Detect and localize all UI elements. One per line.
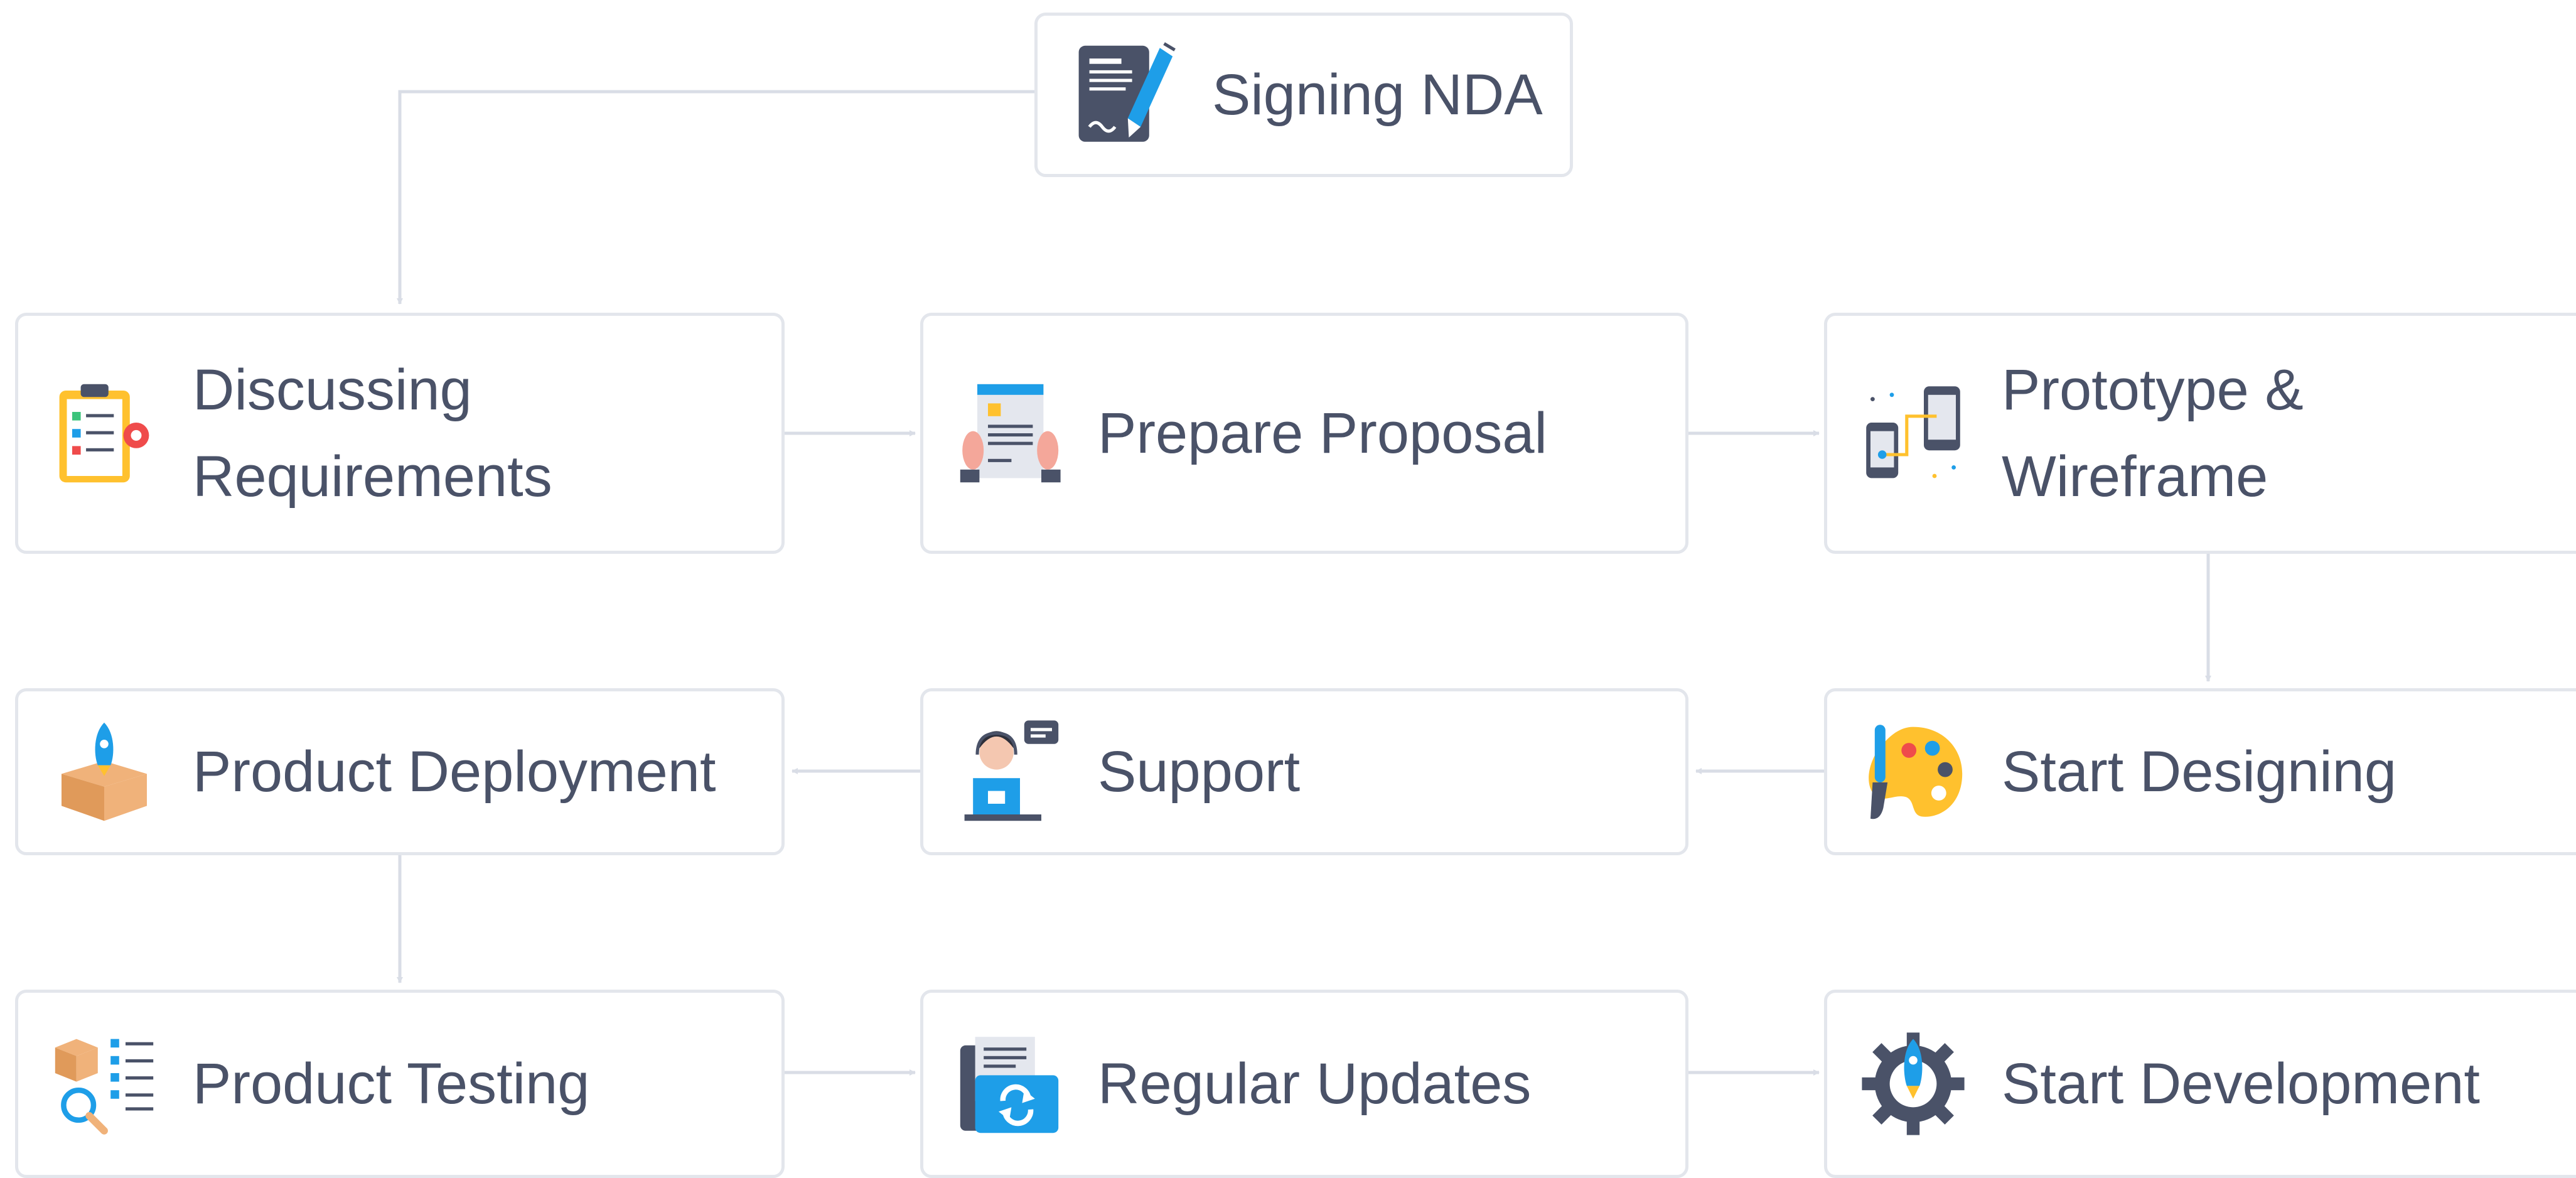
step-card-support: Support <box>920 688 1688 855</box>
step-label: Start Designing <box>2002 740 2396 804</box>
paint-palette-icon <box>1869 725 1963 819</box>
step-label: Product Deployment <box>193 740 716 804</box>
step-card-discussing-requirements: Discussing Requirements <box>15 313 785 554</box>
step-label: Regular Updates <box>1098 1052 1532 1116</box>
proposal-document-icon <box>960 384 1061 483</box>
step-card-start-development: Start Development <box>1824 990 2576 1178</box>
update-folder-icon <box>960 1037 1059 1133</box>
step-label: Support <box>1098 740 1301 804</box>
step-label: Discussing Requirements <box>193 358 552 509</box>
rocket-box-icon <box>62 722 147 821</box>
step-label: Start Development <box>2002 1052 2480 1116</box>
gear-rocket-icon <box>1862 1032 1965 1135</box>
connector-nda-to-requirements <box>397 90 1034 305</box>
testing-checklist-icon <box>55 1039 154 1135</box>
support-agent-icon <box>964 720 1059 821</box>
step-card-product-testing: Product Testing <box>15 990 785 1178</box>
process-flow-diagram: Signing NDA Discussing Requirements Prep… <box>0 0 2576 1178</box>
step-card-prepare-proposal: Prepare Proposal <box>920 313 1688 554</box>
step-label: Product Testing <box>193 1052 590 1116</box>
step-label: Prepare Proposal <box>1098 401 1547 465</box>
clipboard-checklist-icon <box>59 384 149 483</box>
step-label: Signing NDA <box>1212 63 1543 127</box>
step-card-start-designing: Start Designing <box>1824 688 2576 855</box>
step-label: Prototype & Wireframe <box>2002 358 2304 509</box>
prototype-devices-icon <box>1866 386 1960 478</box>
step-card-regular-updates: Regular Updates <box>920 990 1688 1178</box>
step-card-product-deployment: Product Deployment <box>15 688 785 855</box>
step-card-signing-nda: Signing NDA <box>1034 13 1573 177</box>
step-card-prototype-wireframe: Prototype & Wireframe <box>1824 313 2576 554</box>
contract-pen-icon <box>1078 42 1176 142</box>
